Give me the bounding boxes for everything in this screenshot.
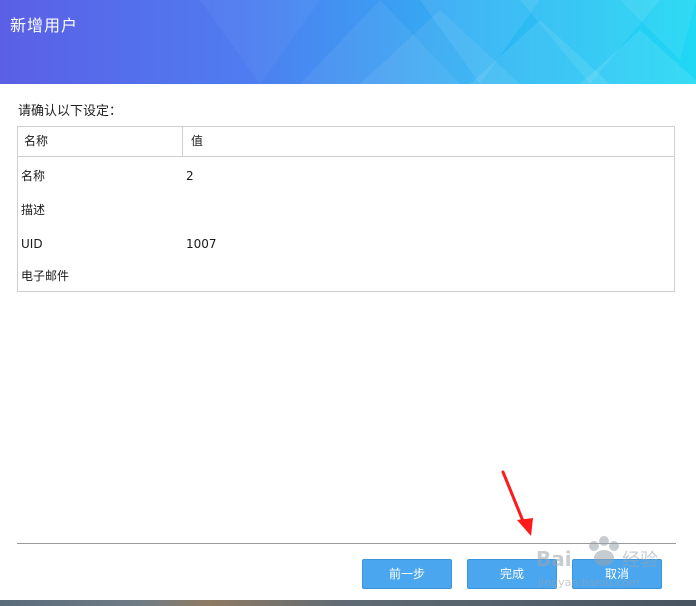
settings-table: 名称 值 名称 2 描述 UID 1007 电子邮件 bbox=[17, 126, 675, 292]
previous-step-button[interactable]: 前一步 bbox=[362, 559, 452, 589]
row-value-cell: 2 bbox=[186, 169, 194, 183]
table-header: 名称 值 bbox=[18, 127, 674, 157]
annotation-arrow-icon bbox=[501, 470, 533, 536]
row-name-cell: 电子邮件 bbox=[21, 269, 70, 283]
svg-text:jingyan.baidu.com: jingyan.baidu.com bbox=[537, 576, 640, 589]
row-value-cell bbox=[186, 193, 666, 227]
row-name-cell: UID bbox=[21, 237, 43, 251]
svg-text:Bai: Bai bbox=[536, 547, 572, 571]
header-decoration bbox=[200, 0, 696, 84]
background-strip bbox=[0, 600, 696, 606]
table-row: UID 1007 bbox=[18, 227, 674, 261]
watermark-logo-icon: Bai 经验 jingyan.baidu.com bbox=[536, 536, 658, 589]
table-row: 电子邮件 bbox=[18, 259, 674, 293]
dialog-header: 新增用户 bbox=[0, 0, 696, 84]
row-name-cell: 描述 bbox=[21, 203, 46, 217]
table-row: 名称 2 bbox=[18, 159, 674, 193]
confirm-prompt: 请确认以下设定： bbox=[18, 104, 123, 119]
table-row: 描述 bbox=[18, 193, 674, 227]
row-value-cell bbox=[186, 259, 666, 293]
svg-text:经验: 经验 bbox=[622, 550, 658, 571]
row-name-cell: 名称 bbox=[21, 169, 46, 183]
dialog-title: 新增用户 bbox=[10, 16, 79, 35]
column-header-name[interactable]: 名称 bbox=[18, 127, 183, 156]
column-header-value[interactable]: 值 bbox=[183, 127, 673, 156]
row-value-cell: 1007 bbox=[186, 237, 217, 251]
